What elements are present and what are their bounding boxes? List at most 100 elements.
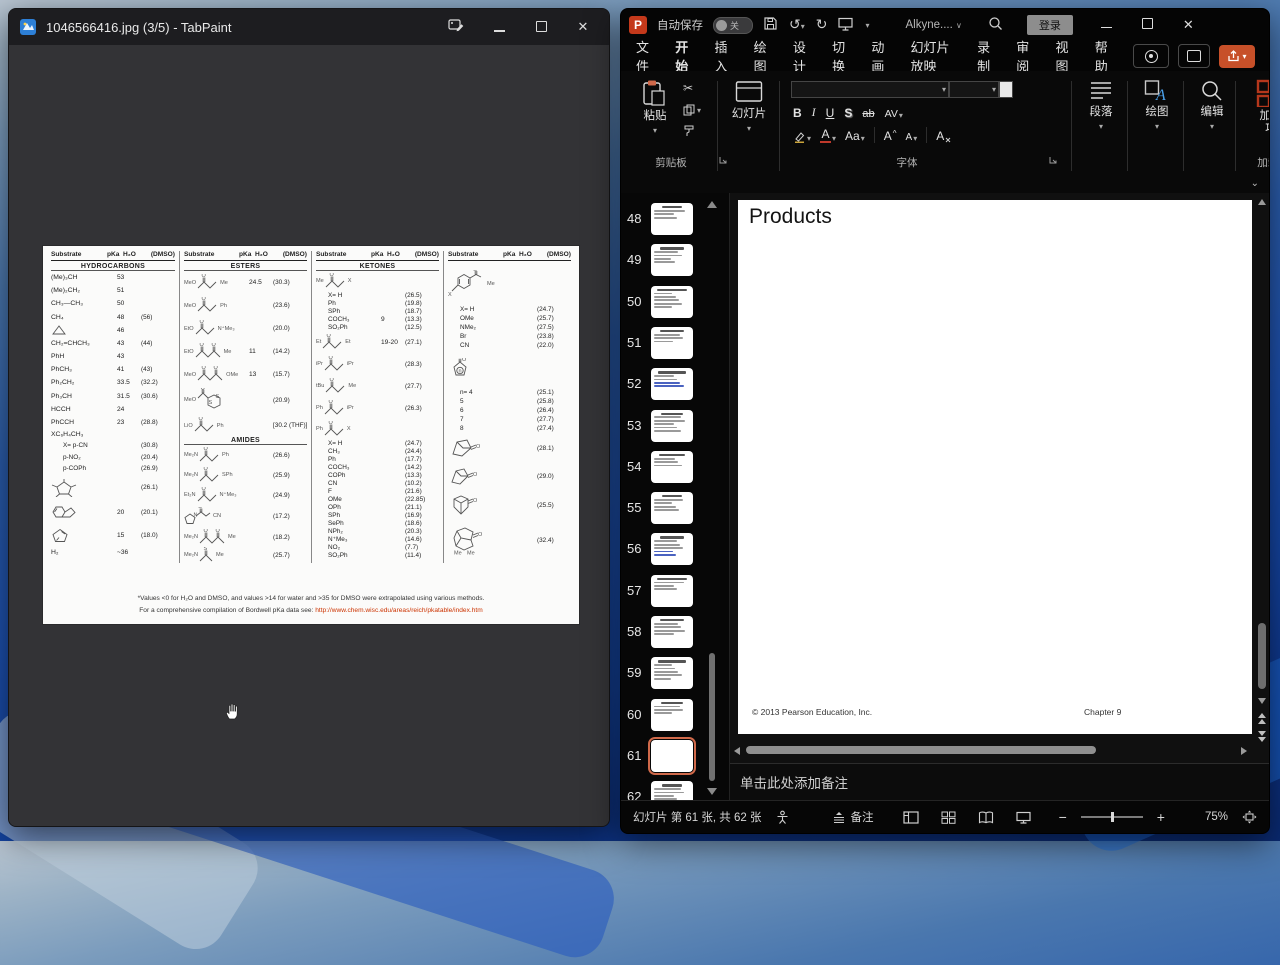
tabpaint-maximize-button[interactable] <box>533 20 549 35</box>
start-slideshow-icon[interactable] <box>838 17 854 34</box>
change-case-button[interactable]: Aa▾ <box>845 129 865 143</box>
svg-text:O: O <box>198 507 203 510</box>
next-slide-button[interactable] <box>1258 731 1266 742</box>
slide-row-53: 53 <box>621 410 729 446</box>
slide-canvas[interactable]: Products © 2013 Pearson Education, Inc. … <box>738 200 1252 734</box>
previous-slide-button[interactable] <box>1258 713 1266 724</box>
notes-toggle[interactable]: 备注 <box>832 809 873 825</box>
slide-thumbnail-52[interactable] <box>651 368 693 400</box>
copy-icon[interactable]: ▾ <box>683 104 701 116</box>
save-icon[interactable] <box>763 16 778 34</box>
powerpoint-minimize-button[interactable] <box>1101 19 1112 31</box>
paragraph-button[interactable]: 段落▾ <box>1079 79 1123 131</box>
decrease-font-button[interactable]: A▾ <box>906 132 918 143</box>
slide-thumbnail-49[interactable] <box>651 244 693 276</box>
clear-formatting-button[interactable]: A <box>936 129 954 143</box>
slide-thumbnail-62[interactable] <box>651 781 693 801</box>
notes-placeholder[interactable]: 单击此处添加备注 <box>740 776 848 791</box>
pka-row: SPh(18.7) <box>316 307 439 315</box>
share-button[interactable]: ▾ <box>1219 45 1255 68</box>
edit-image-icon[interactable] <box>448 17 465 38</box>
increase-font-button[interactable]: A^ <box>884 129 897 143</box>
addins-button[interactable]: 加载项 <box>1245 79 1270 136</box>
slide-thumbnail-48[interactable] <box>651 203 693 235</box>
slide-thumbnail-51[interactable] <box>651 327 693 359</box>
reading-view-icon[interactable] <box>978 811 994 824</box>
autosave-toggle[interactable]: 关 <box>713 17 753 34</box>
italic-button[interactable]: I <box>812 105 816 120</box>
search-icon[interactable] <box>988 16 1003 34</box>
slide-thumbnail-60[interactable] <box>651 699 693 731</box>
character-spacing-button[interactable]: AV▾ <box>885 108 903 120</box>
cut-icon[interactable]: ✂ <box>683 81 701 95</box>
slide-thumbnail-panel[interactable]: 484950515253545556575859606162 <box>621 193 730 801</box>
scroll-right-icon[interactable] <box>1241 747 1247 755</box>
fit-slide-to-window-icon[interactable] <box>1242 810 1257 824</box>
comments-button[interactable] <box>1178 44 1210 68</box>
editing-button[interactable]: 编辑▾ <box>1191 79 1233 131</box>
format-painter-icon[interactable] <box>683 125 701 137</box>
font-size-combo[interactable]: ▾ <box>949 81 999 98</box>
scroll-left-icon[interactable] <box>734 747 740 755</box>
drawing-button[interactable]: A 绘图▾ <box>1135 79 1179 131</box>
slide-sorter-view-icon[interactable] <box>941 811 956 824</box>
scroll-down-icon[interactable] <box>1258 698 1266 704</box>
new-slide-button[interactable]: 幻灯片▾ <box>725 79 773 133</box>
slideshow-view-icon[interactable] <box>1016 811 1031 824</box>
normal-view-icon[interactable] <box>903 811 919 824</box>
slide-thumbnail-59[interactable] <box>651 657 693 689</box>
paste-button[interactable]: 粘贴▾ <box>635 79 675 135</box>
horizontal-scroll-thumb[interactable] <box>746 746 1096 754</box>
vertical-scroll-thumb[interactable] <box>1258 623 1266 689</box>
login-button[interactable]: 登录 <box>1027 15 1073 35</box>
zoom-in-button[interactable]: + <box>1157 809 1165 825</box>
redo-icon[interactable]: ↻ <box>816 17 828 33</box>
text-shadow-button[interactable]: S <box>844 106 852 120</box>
zoom-out-button[interactable]: − <box>1059 809 1067 825</box>
tabpaint-close-button[interactable]: ✕ <box>575 19 591 35</box>
underline-button[interactable]: U <box>826 106 835 120</box>
strikethrough-button[interactable]: ab <box>862 108 874 120</box>
pka-section-header: ESTERS <box>184 263 307 271</box>
editor-horizontal-scrollbar[interactable] <box>734 745 1247 757</box>
pka-row: CH₂=CHCH₃43(44) <box>51 337 175 350</box>
slide-thumbnail-56[interactable] <box>651 533 693 565</box>
pka-row: OMe(25.7) <box>448 314 571 323</box>
highlight-color-button[interactable]: ▾ <box>793 130 811 143</box>
tabpaint-canvas[interactable]: SubstratepKaH₂O(DMSO)HYDROCARBONS(Me)₃CH… <box>9 45 609 826</box>
slide-number: 48 <box>627 211 641 226</box>
font-name-combo[interactable]: ▾ <box>791 81 949 98</box>
zoom-level[interactable]: 75% <box>1205 811 1228 823</box>
slide-thumbnail-54[interactable] <box>651 451 693 483</box>
slide-thumbnail-50[interactable] <box>651 286 693 318</box>
undo-icon[interactable]: ↺▾ <box>789 17 805 33</box>
powerpoint-close-button[interactable]: ✕ <box>1183 17 1194 33</box>
zoom-slider-thumb[interactable] <box>1111 812 1115 822</box>
file-name[interactable]: Alkyne.... ∨ <box>906 19 962 31</box>
slide-thumbnail-58[interactable] <box>651 616 693 648</box>
powerpoint-maximize-button[interactable] <box>1142 18 1153 32</box>
font-dialog-launcher[interactable] <box>1049 151 1057 169</box>
qat-more-icon[interactable]: ▾ <box>865 21 869 30</box>
slide-thumbnail-53[interactable] <box>651 410 693 442</box>
font-color-button[interactable]: A▾ <box>820 128 836 144</box>
slide-thumbnail-57[interactable] <box>651 575 693 607</box>
slide-thumbnail-55[interactable] <box>651 492 693 524</box>
tabpaint-minimize-button[interactable] <box>491 20 507 35</box>
collapse-ribbon-icon[interactable]: ⌄ <box>1251 178 1259 189</box>
slide-title[interactable]: Products <box>749 205 832 229</box>
slide-thumbnail-61[interactable] <box>651 740 693 772</box>
svg-text:O: O <box>330 378 335 383</box>
bold-button[interactable]: B <box>793 106 802 120</box>
pka-row: O(28.1) <box>448 433 571 463</box>
editor-vertical-scrollbar[interactable] <box>1257 199 1268 731</box>
scroll-up-icon[interactable] <box>1258 199 1266 205</box>
tabpaint-titlebar[interactable]: 1046566416.jpg (3/5) - TabPaint ✕ <box>9 9 609 45</box>
accessibility-icon[interactable] <box>775 810 790 824</box>
font-extra-button[interactable] <box>999 81 1013 98</box>
clipboard-dialog-launcher[interactable] <box>719 151 727 169</box>
slide-row-60: 60 <box>621 699 729 735</box>
zoom-slider[interactable] <box>1081 816 1143 818</box>
notes-pane[interactable]: 单击此处添加备注 <box>730 763 1269 801</box>
record-button[interactable] <box>1133 44 1169 68</box>
